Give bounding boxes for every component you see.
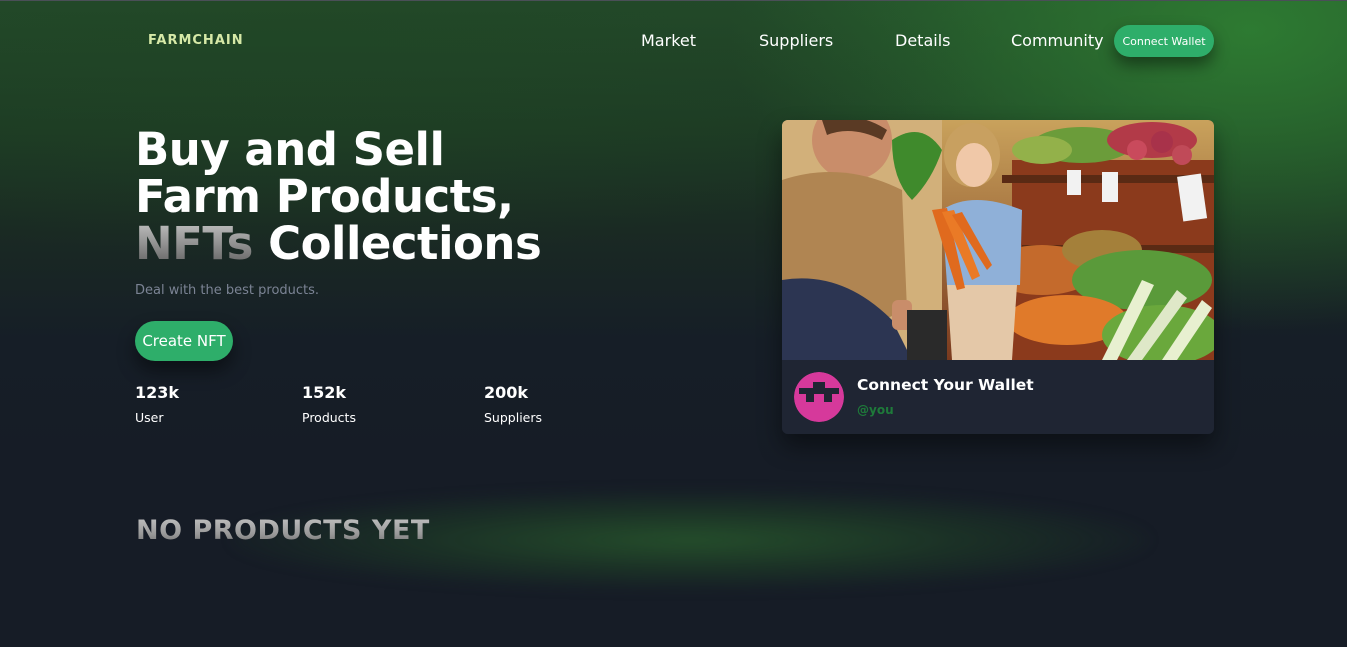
stat-value: 123k [135,383,180,402]
headline-line-3-rest: Collections [252,217,542,270]
connect-wallet-button[interactable]: Connect Wallet [1114,25,1214,57]
top-border [0,0,1347,1]
stat-suppliers: 200k Suppliers [484,383,542,425]
card-footer: Connect Your Wallet @you [782,360,1214,434]
stat-label: Suppliers [484,410,543,425]
nav-link-community[interactable]: Community [1011,31,1104,50]
stat-value: 200k [484,383,529,402]
stat-value: 152k [302,383,347,402]
headline-faded-word: NFTs [135,217,253,270]
stat-users: 123k User [135,383,179,425]
no-products-heading: NO PRODUCTS YET [136,515,430,546]
hero-headline: Buy and Sell Farm Products, NFTs Collect… [135,123,542,270]
farm-market-photo [782,120,1214,360]
brand-logo[interactable]: FARMCHAIN [148,33,244,48]
stat-label: Products [302,410,356,425]
headline-line-3: NFTs Collections [135,217,542,270]
hero-subtitle: Deal with the best products. [135,283,320,298]
stat-products: 152k Products [302,383,356,425]
page-root: FARMCHAIN Market Suppliers Details Commu… [0,0,1347,647]
featured-card[interactable]: Connect Your Wallet @you [782,120,1214,434]
identicon-avatar-icon [794,372,844,422]
stat-label: User [135,410,164,425]
card-handle: @you [857,403,894,417]
nav-link-market[interactable]: Market [641,31,696,50]
headline-line-2: Farm Products, [135,170,514,223]
headline-line-1: Buy and Sell [135,123,445,176]
nav-link-details[interactable]: Details [895,31,950,50]
card-title: Connect Your Wallet [857,376,1034,394]
create-nft-button[interactable]: Create NFT [135,321,233,361]
nav-link-suppliers[interactable]: Suppliers [759,31,833,50]
